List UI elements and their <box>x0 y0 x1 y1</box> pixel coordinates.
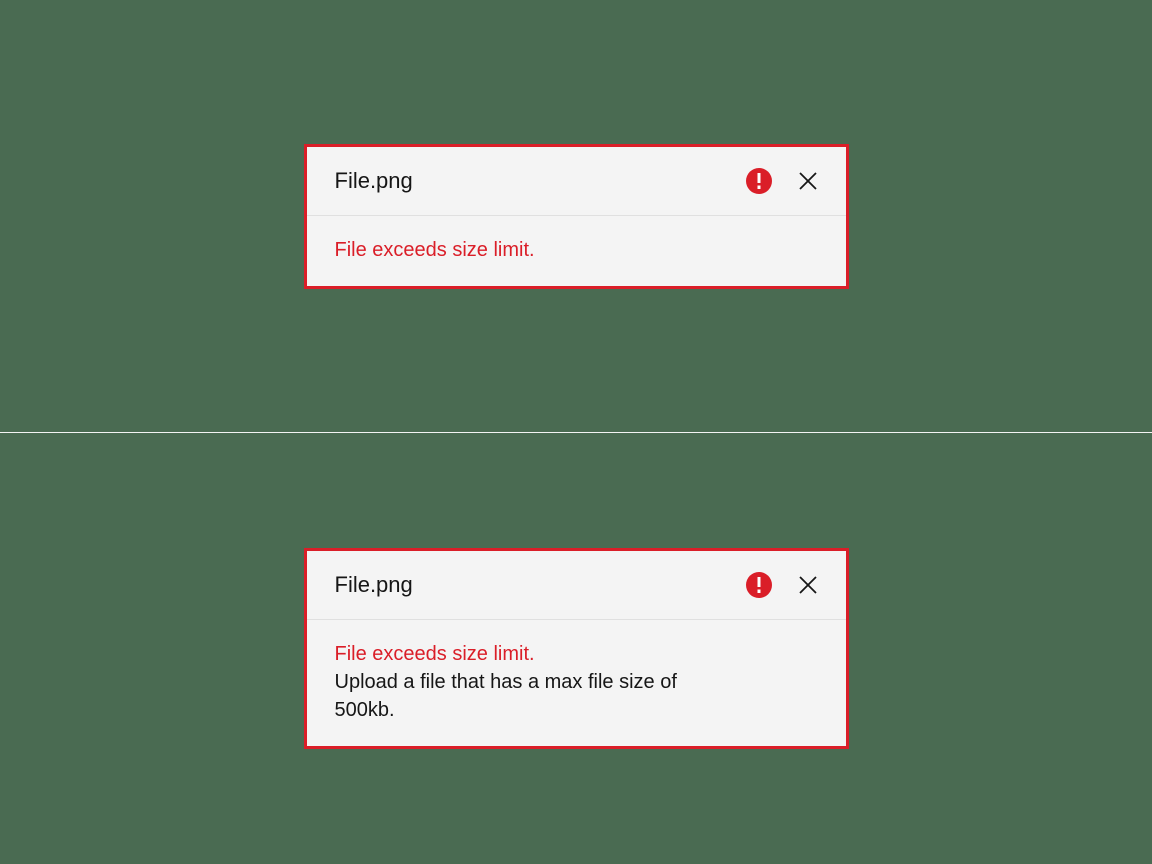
close-button[interactable] <box>792 165 824 197</box>
close-button[interactable] <box>792 569 824 601</box>
error-subject: File exceeds size limit. <box>335 640 818 668</box>
error-detail: Upload a file that has a max file size o… <box>335 668 715 724</box>
card-header: File.png <box>307 147 846 216</box>
example-section-2: File.png File exceeds size limit. Upload… <box>0 432 1152 864</box>
warning-filled-icon <box>746 572 772 598</box>
card-body: File exceeds size limit. Upload a file t… <box>307 620 846 746</box>
example-section-1: File.png File exceeds size limit. <box>0 0 1152 432</box>
file-name: File.png <box>335 572 746 598</box>
file-error-card: File.png File exceeds size limit. Upload… <box>304 548 849 749</box>
file-error-card: File.png File exceeds size limit. <box>304 144 849 289</box>
section-divider <box>0 432 1152 433</box>
warning-filled-icon <box>746 168 772 194</box>
error-subject: File exceeds size limit. <box>335 236 818 264</box>
close-icon <box>799 576 817 594</box>
close-icon <box>799 172 817 190</box>
card-header: File.png <box>307 551 846 620</box>
card-body: File exceeds size limit. <box>307 216 846 286</box>
file-name: File.png <box>335 168 746 194</box>
